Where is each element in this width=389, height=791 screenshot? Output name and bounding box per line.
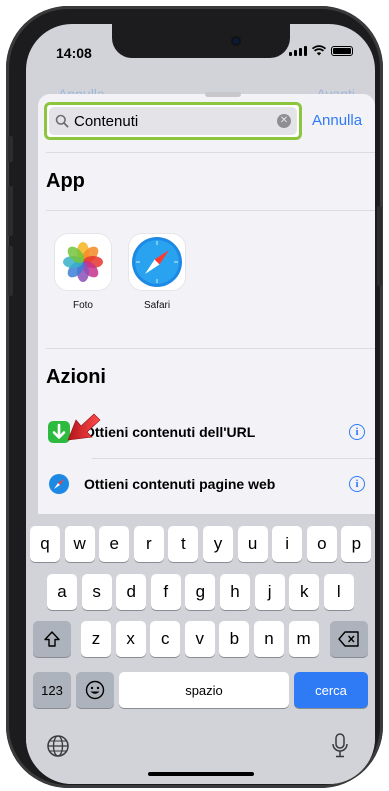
- key-c[interactable]: c: [150, 621, 181, 657]
- annotation-arrow-icon: [67, 413, 101, 441]
- mute-switch: [8, 136, 13, 162]
- app-label: Safari: [143, 300, 171, 311]
- keyboard: qwertyuiop asdfghjkl zxcvbnm 123 spazio …: [26, 514, 375, 784]
- divider: [46, 210, 375, 211]
- app-photos[interactable]: Foto: [48, 234, 118, 311]
- key-k[interactable]: k: [289, 574, 320, 610]
- emoji-icon: [85, 680, 105, 700]
- key-q[interactable]: q: [30, 526, 60, 562]
- wifi-icon: [312, 45, 326, 56]
- key-r[interactable]: r: [133, 526, 164, 562]
- photos-icon: [55, 234, 111, 290]
- key-e[interactable]: e: [99, 526, 130, 562]
- divider: [46, 152, 375, 153]
- search-input[interactable]: [74, 112, 277, 130]
- search-return-key[interactable]: cerca: [294, 672, 368, 708]
- actions-section-title: Azioni: [46, 366, 106, 388]
- space-key[interactable]: spazio: [119, 672, 289, 708]
- key-g[interactable]: g: [185, 574, 216, 610]
- key-y[interactable]: y: [203, 526, 233, 562]
- key-s[interactable]: s: [81, 574, 112, 610]
- key-x[interactable]: x: [115, 621, 146, 657]
- key-m[interactable]: m: [288, 621, 319, 657]
- key-f[interactable]: f: [150, 574, 181, 610]
- search-icon: [55, 114, 69, 128]
- key-j[interactable]: j: [254, 574, 285, 610]
- action-row-get-webpage-contents[interactable]: Ottieni contenuti pagine web i: [46, 464, 375, 504]
- app-safari[interactable]: Safari: [122, 234, 192, 311]
- safari-icon: [129, 234, 185, 290]
- key-t[interactable]: t: [168, 526, 199, 562]
- key-i[interactable]: i: [272, 526, 303, 562]
- screen: 14:08 Annulla Avanti: [26, 24, 375, 784]
- shift-icon: [44, 631, 60, 647]
- delete-backspace-icon: [338, 631, 359, 647]
- phone-frame: 14:08 Annulla Avanti: [6, 6, 383, 788]
- info-icon[interactable]: i: [349, 424, 365, 440]
- shift-key[interactable]: [33, 621, 71, 657]
- emoji-key[interactable]: [76, 672, 114, 708]
- key-w[interactable]: w: [64, 526, 95, 562]
- status-time: 14:08: [56, 45, 92, 61]
- apps-section-title: App: [46, 170, 85, 192]
- search-bar: ✕: [49, 107, 297, 135]
- safari-icon: [48, 473, 70, 495]
- home-indicator[interactable]: [148, 772, 254, 776]
- notch: [112, 24, 290, 58]
- key-a[interactable]: a: [47, 574, 77, 610]
- numbers-key[interactable]: 123: [33, 672, 71, 708]
- globe-icon[interactable]: [46, 734, 70, 758]
- signal-icon: [289, 45, 307, 56]
- cancel-button[interactable]: Annulla: [312, 112, 362, 129]
- status-icons: [289, 45, 353, 56]
- search-sheet: ✕ Annulla App: [38, 92, 375, 554]
- camera-icon: [231, 36, 241, 46]
- clear-search-icon[interactable]: ✕: [277, 114, 291, 128]
- key-b[interactable]: b: [219, 621, 250, 657]
- key-n[interactable]: n: [254, 621, 284, 657]
- key-h[interactable]: h: [220, 574, 250, 610]
- key-l[interactable]: l: [323, 574, 354, 610]
- divider: [46, 348, 375, 349]
- sheet-grabber[interactable]: [205, 92, 241, 97]
- microphone-icon[interactable]: [330, 732, 350, 760]
- app-label: Foto: [72, 300, 93, 311]
- power-button: [377, 206, 382, 286]
- key-d[interactable]: d: [116, 574, 147, 610]
- divider: [92, 458, 375, 459]
- key-z[interactable]: z: [81, 621, 111, 657]
- key-o[interactable]: o: [306, 526, 337, 562]
- action-label: Ottieni contenuti pagine web: [84, 476, 276, 492]
- key-v[interactable]: v: [184, 621, 215, 657]
- volume-down-button: [8, 246, 13, 296]
- info-icon[interactable]: i: [349, 476, 365, 492]
- battery-icon: [331, 45, 353, 56]
- volume-up-button: [8, 186, 13, 236]
- key-p[interactable]: p: [341, 526, 372, 562]
- delete-key[interactable]: [330, 621, 368, 657]
- key-u[interactable]: u: [237, 526, 268, 562]
- search-highlight: ✕: [44, 102, 302, 140]
